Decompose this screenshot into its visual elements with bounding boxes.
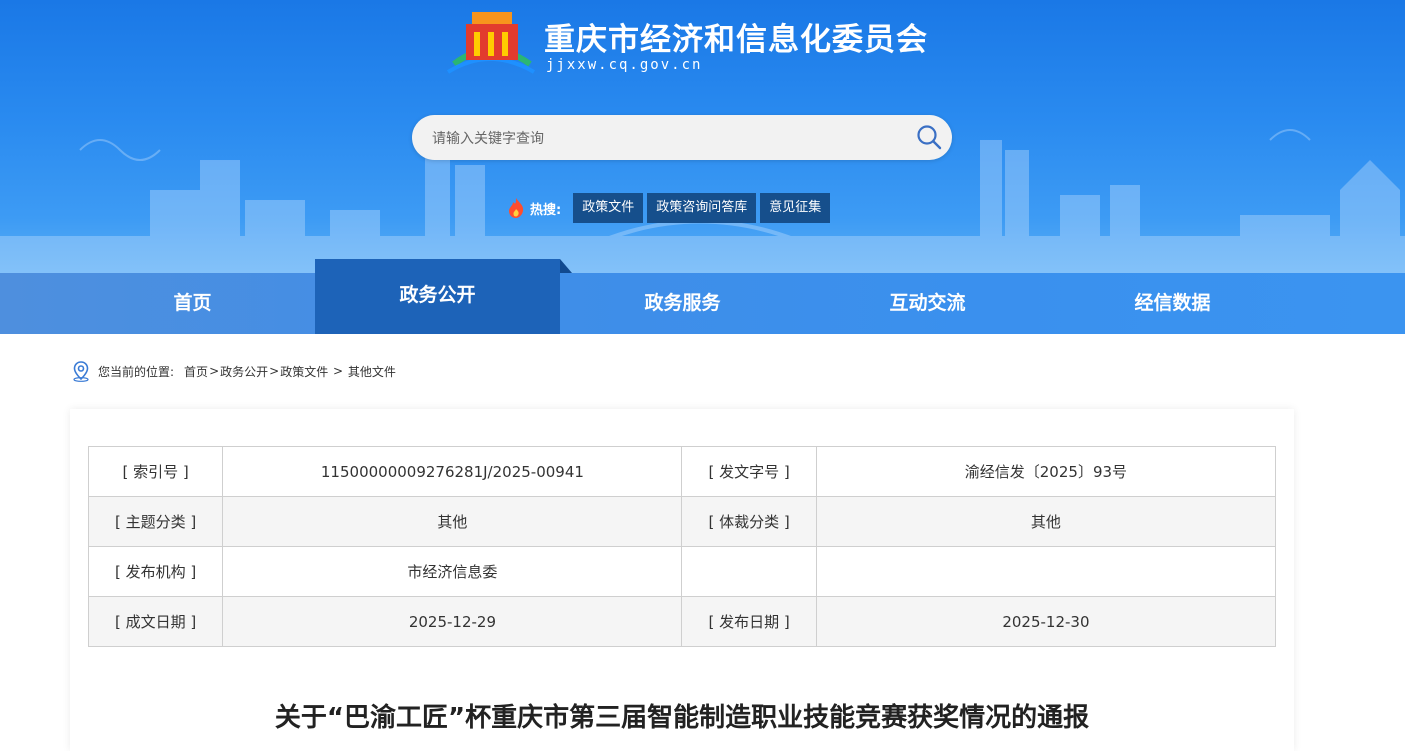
meta-value-topic-category: 其他 [222,496,683,547]
hot-tag-policy-files[interactable]: 政策文件 [573,193,644,223]
meta-value-index-number: 11500000009276281J/2025-00941 [222,446,683,497]
meta-key-issuing-agency: [ 发布机构 ] [87,546,224,597]
meta-key-publish-date: [ 发布日期 ] [681,596,817,647]
content-panel: [ 索引号 ] 11500000009276281J/2025-00941 [ … [70,409,1294,751]
meta-value-empty [815,546,1277,597]
table-row: [ 主题分类 ] 其他 [ 体裁分类 ] 其他 [87,496,1277,547]
fire-icon [509,198,524,218]
hot-tag-opinion-solicitation[interactable]: 意见征集 [760,193,831,223]
main-nav: 首页 政务公开 政务服务 互动交流 经信数据 [0,259,1405,334]
meta-value-genre-category: 其他 [815,496,1277,547]
nav-home[interactable]: 首页 [70,273,315,334]
nav-interaction[interactable]: 互动交流 [805,273,1050,334]
search-icon[interactable] [916,124,942,150]
breadcrumb-separator: > [269,364,280,378]
nav-government-services[interactable]: 政务服务 [560,273,805,334]
site-domain: jjxxw.cq.gov.cn [546,57,703,73]
breadcrumb: 您当前的位置: 首页 > 政务公开 > 政策文件 > 其他文件 [70,360,396,382]
table-row: [ 成文日期 ] 2025-12-29 [ 发布日期 ] 2025-12-30 [87,596,1277,647]
location-pin-icon [73,361,89,382]
breadcrumb-home[interactable]: 首页 [184,363,208,380]
table-row: [ 索引号 ] 11500000009276281J/2025-00941 [ … [87,446,1277,497]
site-logo[interactable] [444,6,536,76]
hot-tag-policy-qa[interactable]: 政策咨询问答库 [647,193,757,223]
meta-key-empty [681,546,817,597]
breadcrumb-policy-files[interactable]: 政策文件 [280,363,328,380]
site-title[interactable]: 重庆市经济和信息化委员会 [544,14,928,59]
nav-government-affairs[interactable]: 政务公开 [315,259,572,334]
meta-value-publish-date: 2025-12-30 [815,596,1277,647]
breadcrumb-other-files[interactable]: 其他文件 [348,363,396,380]
meta-key-index-number: [ 索引号 ] [87,446,224,497]
hot-search-label: 热搜: [530,202,562,218]
meta-value-issuing-agency: 市经济信息委 [222,546,683,597]
breadcrumb-separator: > [329,364,347,378]
document-title: 关于“巴渝工匠”杯重庆市第三届智能制造职业技能竞赛获奖情况的通报 [274,703,1090,733]
meta-key-document-number: [ 发文字号 ] [681,446,817,497]
nav-economic-data[interactable]: 经信数据 [1050,273,1295,334]
search-input[interactable] [430,115,904,162]
meta-key-genre-category: [ 体裁分类 ] [681,496,817,547]
meta-value-document-number: 渝经信发〔2025〕93号 [815,446,1277,497]
search-box [412,115,952,162]
header-banner: 重庆市经济和信息化委员会 jjxxw.cq.gov.cn 热搜: 政策文件 政策… [0,0,1405,273]
breadcrumb-separator: > [209,364,220,378]
table-row: [ 发布机构 ] 市经济信息委 [87,546,1277,597]
meta-value-drafting-date: 2025-12-29 [222,596,683,647]
meta-key-topic-category: [ 主题分类 ] [87,496,224,547]
breadcrumb-government-affairs[interactable]: 政务公开 [220,363,268,380]
meta-key-drafting-date: [ 成文日期 ] [87,596,224,647]
breadcrumb-prefix: 您当前的位置: [98,364,175,379]
hot-search-bar: 热搜: 政策文件 政策咨询问答库 意见征集 [506,193,834,223]
document-metadata-table: [ 索引号 ] 11500000009276281J/2025-00941 [ … [87,446,1277,647]
